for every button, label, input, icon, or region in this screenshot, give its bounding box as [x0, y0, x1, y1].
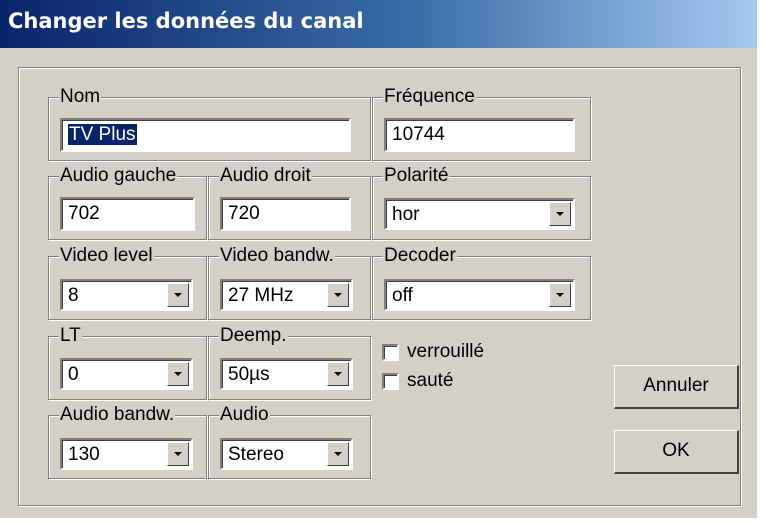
audio-bandw-label: Audio bandw. — [59, 404, 176, 425]
video-level-label: Video level — [59, 245, 154, 266]
ok-button[interactable]: OK — [614, 430, 739, 474]
chevron-down-icon — [556, 293, 564, 297]
dropdown-button[interactable] — [167, 362, 189, 386]
video-level-value: 8 — [68, 285, 79, 306]
decoder-label: Decoder — [383, 245, 457, 266]
audio-droit-input[interactable]: 720 — [220, 197, 351, 231]
decoder-select[interactable]: off — [384, 279, 575, 311]
dropdown-button[interactable] — [549, 283, 571, 307]
checkbox-box[interactable] — [382, 372, 399, 390]
dropdown-button[interactable] — [327, 283, 349, 307]
polarite-label: Polarité — [383, 165, 450, 186]
frequence-input[interactable]: 10744 — [384, 118, 575, 152]
chevron-down-icon — [174, 452, 182, 456]
cancel-button[interactable]: Annuler — [614, 365, 739, 409]
audio-select[interactable]: Stereo — [220, 438, 353, 470]
dropdown-button[interactable] — [549, 202, 571, 226]
lt-label: LT — [59, 325, 82, 346]
window-title: Changer les données du canal — [8, 9, 364, 33]
polarite-select[interactable]: hor — [384, 198, 575, 230]
chevron-down-icon — [174, 372, 182, 376]
lt-value: 0 — [68, 364, 79, 385]
dropdown-button[interactable] — [167, 442, 189, 466]
deemp-label: Deemp. — [219, 325, 288, 346]
chevron-down-icon — [556, 212, 564, 216]
saute-checkbox[interactable]: sauté — [382, 370, 453, 392]
chevron-down-icon — [174, 293, 182, 297]
audio-gauche-input[interactable]: 702 — [60, 197, 195, 231]
title-bar[interactable]: Changer les données du canal — [0, 0, 757, 48]
checkbox-box[interactable] — [382, 343, 399, 361]
dropdown-button[interactable] — [167, 283, 189, 307]
decoder-value: off — [392, 285, 413, 306]
video-bandw-select[interactable]: 27 MHz — [220, 279, 353, 311]
audio-bandw-value: 130 — [68, 444, 100, 465]
channel-dialog: Changer les données du canal Nom TV Plus… — [0, 0, 757, 518]
deemp-select[interactable]: 50µs — [220, 358, 353, 390]
deemp-value: 50µs — [228, 364, 270, 385]
chevron-down-icon — [334, 372, 342, 376]
lt-select[interactable]: 0 — [60, 358, 193, 390]
audio-label: Audio — [219, 404, 270, 425]
chevron-down-icon — [334, 293, 342, 297]
video-level-select[interactable]: 8 — [60, 279, 193, 311]
nom-label: Nom — [59, 86, 102, 107]
dropdown-button[interactable] — [327, 442, 349, 466]
audio-droit-label: Audio droit — [219, 165, 312, 186]
dropdown-button[interactable] — [327, 362, 349, 386]
verrouille-label: verrouillé — [407, 341, 485, 362]
saute-label: sauté — [407, 370, 454, 391]
frequence-label: Fréquence — [383, 86, 476, 107]
audio-gauche-label: Audio gauche — [59, 165, 178, 186]
audio-bandw-select[interactable]: 130 — [60, 438, 193, 470]
polarite-value: hor — [392, 204, 420, 225]
video-bandw-value: 27 MHz — [228, 285, 294, 306]
audio-value: Stereo — [228, 444, 284, 465]
video-bandw-label: Video bandw. — [219, 245, 335, 266]
verrouille-checkbox[interactable]: verrouillé — [382, 341, 484, 363]
chevron-down-icon — [334, 452, 342, 456]
nom-input[interactable]: TV Plus — [60, 118, 351, 152]
